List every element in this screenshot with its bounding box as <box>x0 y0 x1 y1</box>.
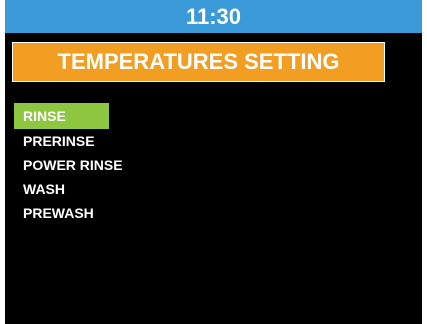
page-title: TEMPERATURES SETTING <box>12 42 385 82</box>
menu-item-prerinse[interactable]: PRERINSE <box>14 129 214 153</box>
menu-item-wash[interactable]: WASH <box>14 177 214 201</box>
display-screen: 11:30 TEMPERATURES SETTING RINSE PRERINS… <box>5 0 422 324</box>
page-title-text: TEMPERATURES SETTING <box>57 49 340 74</box>
clock-time: 11:30 <box>185 4 242 29</box>
menu-item-rinse[interactable]: RINSE <box>14 103 109 129</box>
menu-item-label: WASH <box>23 181 65 197</box>
temperature-program-menu: RINSE PRERINSE POWER RINSE WASH PREWASH <box>14 103 214 225</box>
menu-item-prewash[interactable]: PREWASH <box>14 201 214 225</box>
menu-item-label: PREWASH <box>23 205 94 221</box>
menu-item-power-rinse[interactable]: POWER RINSE <box>14 153 214 177</box>
menu-item-label: PRERINSE <box>23 133 95 149</box>
menu-item-label: POWER RINSE <box>23 157 123 173</box>
status-bar: 11:30 <box>5 0 422 33</box>
menu-item-label: RINSE <box>23 108 66 124</box>
